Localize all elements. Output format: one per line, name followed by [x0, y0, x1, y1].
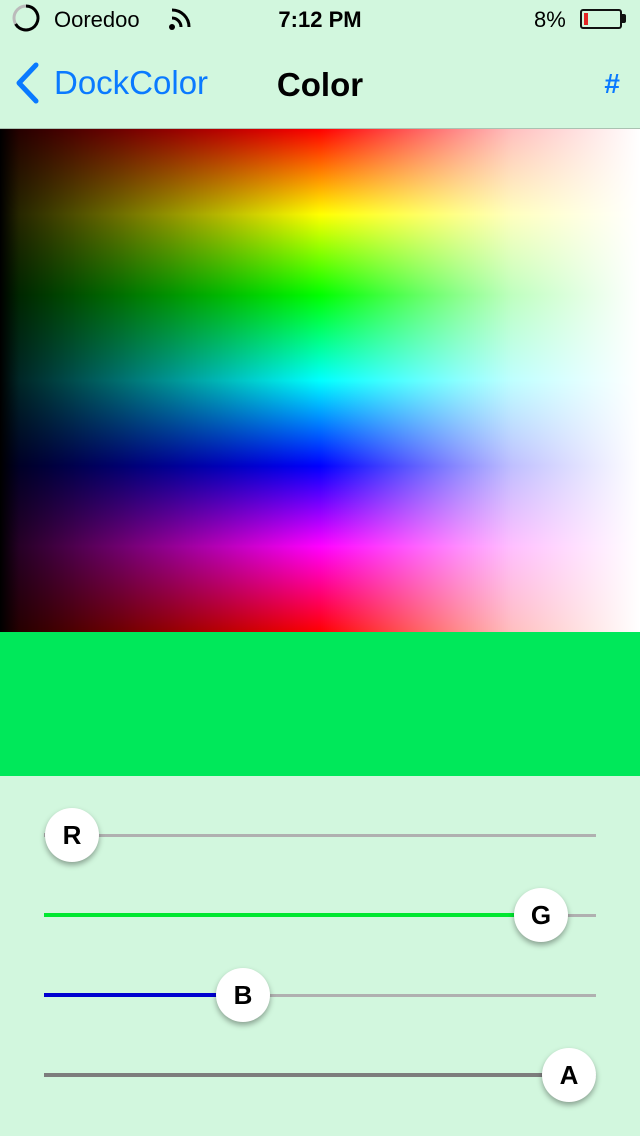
- red-slider-knob[interactable]: R: [45, 808, 99, 862]
- blue-slider[interactable]: B: [44, 967, 596, 1023]
- alpha-slider[interactable]: A: [44, 1047, 596, 1103]
- hex-input-button[interactable]: #: [604, 68, 620, 100]
- battery-percent: 8%: [534, 7, 566, 32]
- green-slider-knob[interactable]: G: [514, 888, 568, 942]
- page-title: Color: [276, 66, 364, 103]
- navigation-bar: DockColor Color #: [0, 40, 640, 129]
- red-slider[interactable]: R: [44, 807, 596, 863]
- brightness-saturation-gradient: [0, 129, 640, 632]
- rgba-sliders: R G B A: [0, 776, 640, 1136]
- green-slider[interactable]: G: [44, 887, 596, 943]
- green-slider-fill: [44, 913, 541, 917]
- blue-slider-knob[interactable]: B: [216, 968, 270, 1022]
- battery-icon: [580, 9, 622, 29]
- status-bar: Ooredoo 7:12 PM 8%: [0, 0, 640, 40]
- red-slider-track: [44, 834, 596, 837]
- alpha-slider-knob[interactable]: A: [542, 1048, 596, 1102]
- color-spectrum-picker[interactable]: [0, 129, 640, 632]
- blue-slider-fill: [44, 993, 243, 997]
- selected-color-preview: [0, 632, 640, 776]
- battery-nub: [622, 14, 626, 23]
- battery-level-fill: [584, 13, 588, 25]
- alpha-slider-fill: [44, 1073, 596, 1077]
